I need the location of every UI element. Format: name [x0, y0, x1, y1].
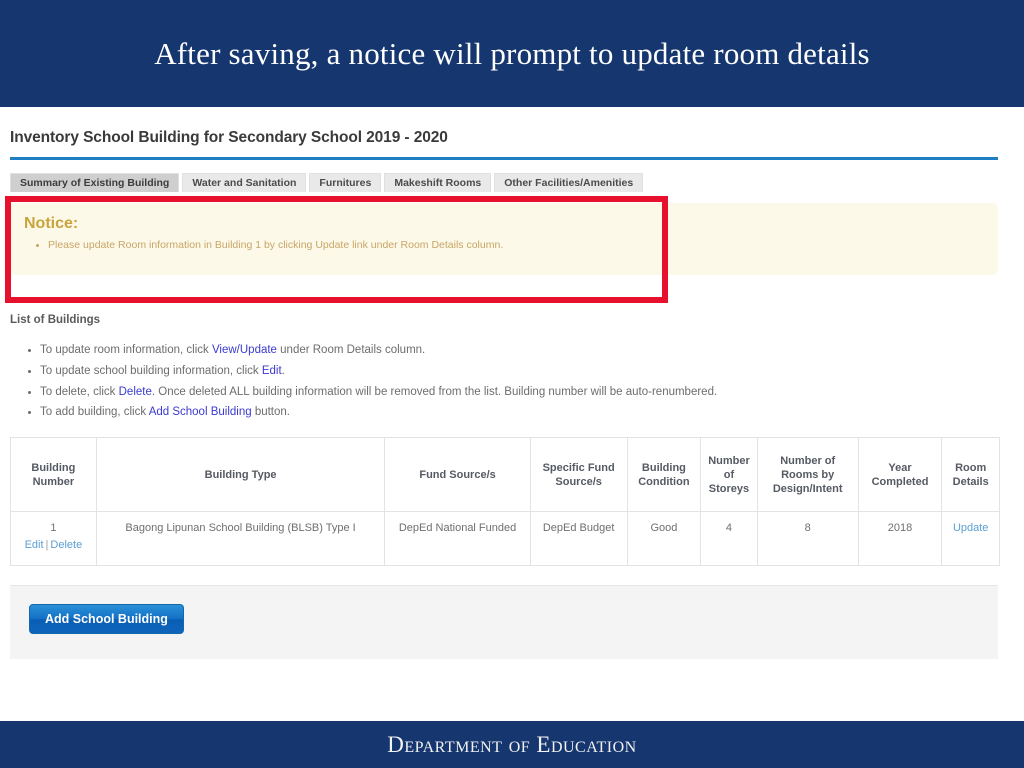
column-header-building-type: Building Type	[95, 437, 386, 512]
instruction-text-after: . Once deleted ALL building information …	[151, 385, 718, 398]
tab-water-and-sanitation[interactable]: Water and Sanitation	[182, 173, 307, 192]
table-row: 1 Edit | Delete Bagong Lipunan School Buil…	[10, 511, 1000, 566]
tab-furnitures[interactable]: Furnitures	[309, 173, 382, 192]
list-item: To update room information, click View/U…	[40, 340, 717, 361]
row-actions: Edit | Delete	[17, 537, 90, 554]
cell-number-of-storeys: 4	[700, 511, 758, 566]
action-panel: Add School Building	[10, 585, 998, 659]
add-school-building-link[interactable]: Add School Building	[149, 406, 252, 418]
table-header-row: Building Number Building Type Fund Sourc…	[10, 437, 1000, 512]
column-header-specific-fund-sources: Specific Fund Source/s	[529, 437, 628, 512]
buildings-table: Building Number Building Type Fund Sourc…	[10, 437, 1000, 566]
instruction-text-before: To delete, click	[40, 385, 119, 398]
row-delete-link[interactable]: Delete	[50, 539, 82, 551]
notice-message: Please update Room information in Buildi…	[48, 239, 503, 252]
instruction-text-before: To add building, click	[40, 406, 149, 419]
delete-link[interactable]: Delete	[119, 386, 152, 398]
page-title: Inventory School Building for Secondary …	[10, 129, 448, 146]
instruction-text-after: under Room Details column.	[276, 344, 426, 356]
heading-divider	[10, 157, 998, 160]
column-header-building-number: Building Number	[10, 437, 97, 512]
list-item: To add building, click Add School Buildi…	[40, 402, 717, 423]
instruction-text-before: To update school building information, c…	[40, 364, 262, 377]
column-header-year-completed: Year Completed	[857, 437, 943, 512]
list-item: To update school building information, c…	[40, 361, 717, 382]
instructions-list: To update room information, click View/U…	[22, 340, 717, 423]
instruction-text-after: .	[281, 364, 285, 377]
cell-number-of-rooms: 8	[756, 511, 859, 566]
slide-title: After saving, a notice will prompt to up…	[154, 35, 870, 71]
row-edit-link[interactable]: Edit	[25, 539, 44, 551]
instruction-text-after: button.	[251, 406, 290, 419]
cell-room-details: Update	[941, 511, 1000, 566]
column-header-building-condition: Building Condition	[626, 437, 702, 512]
column-header-number-of-storeys: Number of Storeys	[700, 437, 758, 512]
tab-bar: Summary of Existing Building Water and S…	[10, 173, 644, 192]
view-update-link[interactable]: View/Update	[212, 344, 277, 356]
notice-panel: Notice: Please update Room information i…	[10, 203, 998, 275]
cell-specific-fund-source: DepEd Budget	[529, 511, 628, 566]
notice-title: Notice:	[24, 215, 79, 232]
building-number-value: 1	[50, 522, 57, 534]
column-header-number-of-rooms: Number of Rooms by Design/Intent	[756, 437, 859, 512]
cell-building-type: Bagong Lipunan School Building (BLSB) Ty…	[95, 511, 386, 566]
list-of-buildings-subheading: List of Buildings	[10, 314, 101, 326]
add-school-building-button[interactable]: Add School Building	[29, 604, 184, 634]
cell-building-condition: Good	[626, 511, 702, 566]
application-screenshot: Inventory School Building for Secondary …	[0, 107, 1024, 721]
cell-building-number: 1 Edit | Delete	[10, 511, 97, 566]
cell-year-completed: 2018	[857, 511, 943, 566]
edit-link[interactable]: Edit	[262, 365, 282, 377]
instruction-text-before: To update room information, click	[40, 344, 212, 356]
slide-footer-band: Department of Education	[0, 721, 1024, 768]
slide-title-band: After saving, a notice will prompt to up…	[0, 0, 1024, 107]
column-header-room-details: Room Details	[941, 437, 1000, 512]
list-item: To delete, click Delete. Once deleted AL…	[40, 382, 717, 403]
room-details-update-link[interactable]: Update	[953, 522, 988, 534]
footer-title: Department of Education	[387, 731, 637, 757]
tab-other-facilities-amenities[interactable]: Other Facilities/Amenities	[494, 173, 644, 192]
tab-makeshift-rooms[interactable]: Makeshift Rooms	[384, 173, 492, 192]
notice-message-list: Please update Room information in Buildi…	[30, 239, 503, 252]
tab-summary-of-existing-building[interactable]: Summary of Existing Building	[10, 173, 180, 192]
cell-fund-source: DepEd National Funded	[384, 511, 531, 566]
buildings-table-wrapper: Building Number Building Type Fund Sourc…	[10, 437, 1000, 566]
column-header-fund-sources: Fund Source/s	[384, 437, 531, 512]
